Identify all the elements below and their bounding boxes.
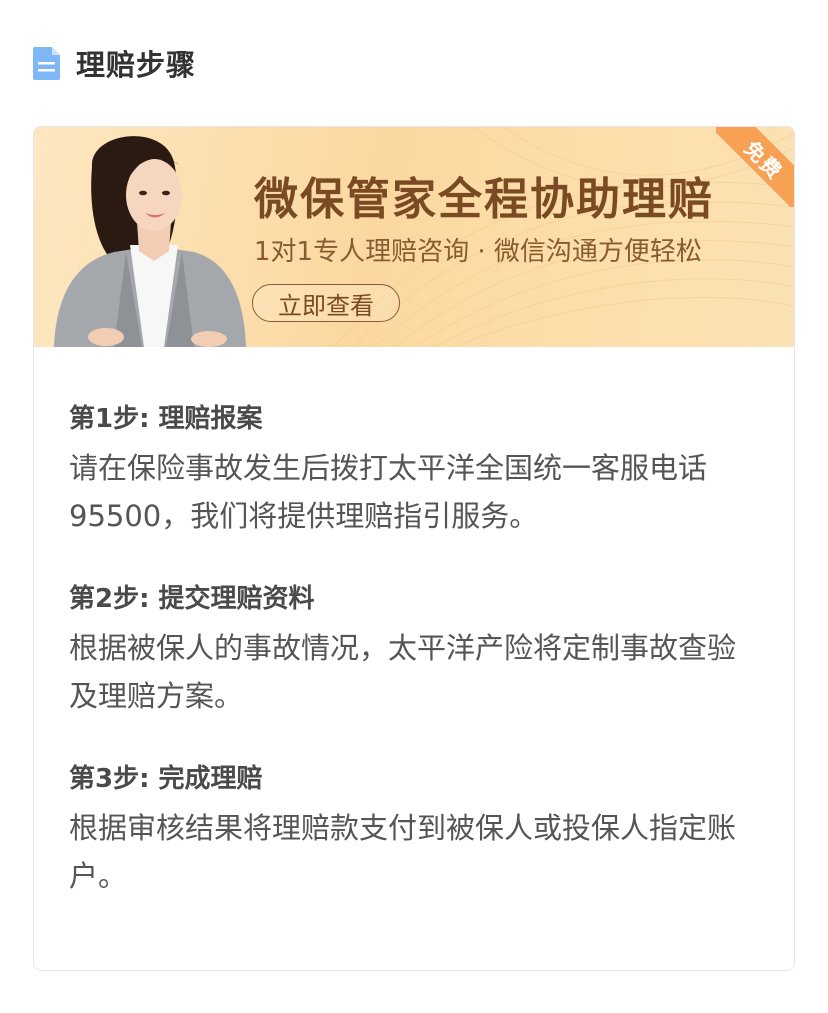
claim-steps-list: 第1步: 理赔报案 请在保险事故发生后拨打太平洋全国统一客服电话95500，我们… <box>69 399 759 939</box>
banner-subtitle: 1对1专人理赔咨询 · 微信沟通方便轻松 <box>254 237 702 267</box>
promo-banner[interactable]: 微保管家全程协助理赔 1对1专人理赔咨询 · 微信沟通方便轻松 立即查看 免费 <box>34 127 794 347</box>
step-description: 根据审核结果将理赔款支付到被保人或投保人指定账户。 <box>69 811 737 893</box>
free-ribbon: 免费 <box>716 127 794 207</box>
claim-steps-card: 微保管家全程协助理赔 1对1专人理赔咨询 · 微信沟通方便轻松 立即查看 免费 … <box>33 126 795 971</box>
section-header: 理赔步骤 <box>33 44 196 82</box>
free-ribbon-label: 免费 <box>716 127 794 207</box>
agent-portrait <box>54 136 246 347</box>
step-title: 第3步: 完成理赔 <box>69 764 263 794</box>
step-description: 根据被保人的事故情况，太平洋产险将定制事故查验及理赔方案。 <box>69 631 737 713</box>
step-item: 第3步: 完成理赔 根据审核结果将理赔款支付到被保人或投保人指定账户。 <box>69 759 759 900</box>
step-title: 第2步: 提交理赔资料 <box>69 584 315 614</box>
step-title: 第1步: 理赔报案 <box>69 404 263 434</box>
step-item: 第2步: 提交理赔资料 根据被保人的事故情况，太平洋产险将定制事故查验及理赔方案… <box>69 579 759 720</box>
document-icon <box>33 46 60 80</box>
page: 理赔步骤 微保管家全程协助理赔 1对1专人理赔咨询 · 微信沟通方便轻松 立即查… <box>0 0 828 1013</box>
step-description: 请在保险事故发生后拨打太平洋全国统一客服电话95500，我们将提供理赔指引服务。 <box>69 451 708 533</box>
step-item: 第1步: 理赔报案 请在保险事故发生后拨打太平洋全国统一客服电话95500，我们… <box>69 399 759 540</box>
view-now-button[interactable]: 立即查看 <box>252 284 400 322</box>
section-title: 理赔步骤 <box>76 48 197 82</box>
banner-title: 微保管家全程协助理赔 <box>254 174 714 225</box>
